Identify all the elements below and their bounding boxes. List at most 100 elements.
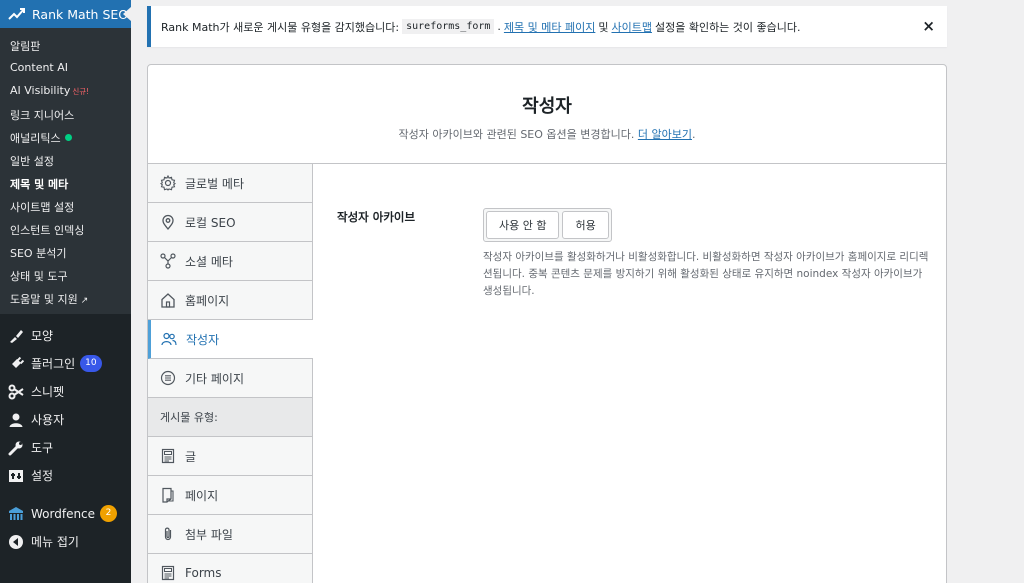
home-icon [160,292,176,308]
notice-post-type-code: sureforms_form [402,19,495,34]
notice-and: 및 [598,20,609,34]
page-icon [160,487,176,503]
tab-homepage-label: 홈페이지 [185,293,230,308]
notice-text-after: 설정을 확인하는 것이 좋습니다. [654,20,801,34]
users-icon [161,331,177,347]
settings-panel: 작성자 작성자 아카이브와 관련된 SEO 옵션을 변경합니다. 더 알아보기.… [147,64,947,583]
wrench-icon [8,440,24,456]
collapse-icon [8,534,24,550]
plugin-icon [8,356,24,372]
snippets-icon [8,384,24,400]
notice-text: Rank Math가 새로운 게시물 유형을 감지했습니다: [161,20,400,34]
menu-settings-label: 설정 [31,469,54,483]
learn-more-link[interactable]: 더 알아보기 [638,128,692,141]
page-title: 작성자 [522,96,572,117]
menu-users-label: 사용자 [31,413,65,427]
submenu-ai-visibility-label: AI Visibility [10,84,71,97]
social-icon [160,253,176,269]
external-link-icon: ↗ [80,296,89,306]
menu-appearance[interactable]: 모양 [8,327,53,344]
menu-collapse-label: 메뉴 접기 [31,535,79,549]
tab-forms-label: Forms [185,566,222,580]
settings-icon [8,468,24,484]
enable-option-button[interactable]: 허용 [562,211,609,239]
menu-wordfence-label: Wordfence [31,506,96,521]
menu-snippets-label: 스니펫 [31,385,65,399]
submenu-general-settings[interactable]: 일반 설정 [10,153,54,169]
menu-settings[interactable]: 설정 [8,467,53,484]
submenu-link-genius[interactable]: 링크 지니어스 [10,107,74,123]
close-icon[interactable]: × [922,17,935,35]
submenu-status-tools[interactable]: 상태 및 도구 [10,268,68,284]
author-archives-description: 작성자 아카이브를 활성화하거나 비활성화합니다. 비활성화하면 작성자 아카이… [483,251,929,297]
tab-misc-pages[interactable]: 기타 페이지 [148,359,312,398]
notice-dot: . [497,20,501,33]
submenu-help-label: 도움말 및 지원 [10,293,78,306]
menu-wordfence[interactable]: Wordfence 2 [8,505,118,522]
rank-math-menu-label: Rank Math SEO [32,6,129,22]
submenu-seo-analyzer[interactable]: SEO 분석기 [10,245,66,261]
page-description: 작성자 아카이브와 관련된 SEO 옵션을 변경합니다. 더 알아보기. [148,126,946,142]
submenu-analytics[interactable]: 애널리틱스 [10,130,72,146]
author-archives-toggle: 사용 안 함 허용 [483,208,612,242]
submenu-analytics-label: 애널리틱스 [10,132,61,145]
menu-users[interactable]: 사용자 [8,411,64,428]
post-types-heading: 게시물 유형: [148,398,312,437]
panel-header: 작성자 작성자 아카이브와 관련된 SEO 옵션을 변경합니다. 더 알아보기. [148,65,946,164]
submenu-titles-meta[interactable]: 제목 및 메타 [10,176,68,192]
disable-option-button[interactable]: 사용 안 함 [486,211,560,239]
admin-sidebar: Rank Math SEO 알림판 Content AI AI Visibili… [0,0,131,583]
rank-math-menu[interactable]: Rank Math SEO [0,0,131,28]
tab-global-meta[interactable]: 글로벌 메타 [148,164,312,203]
submenu-instant-indexing[interactable]: 인스턴트 인덱싱 [10,222,84,238]
location-pin-icon [160,214,176,230]
tab-posts[interactable]: 글 [148,437,312,476]
plugins-update-badge: 10 [80,355,102,372]
page-description-text: 작성자 아카이브와 관련된 SEO 옵션을 변경합니다. [398,128,635,141]
tab-local-seo[interactable]: 로컬 SEO [148,203,312,242]
rank-math-logo-icon [8,8,25,20]
paperclip-icon [160,526,176,542]
tab-content: 작성자 아카이브 사용 안 함 허용 작성자 아카이브를 활성화하거나 비활성화… [313,164,946,583]
menu-collapse[interactable]: 메뉴 접기 [8,533,79,550]
menu-plugins-label: 플러그인 [31,357,76,371]
wordfence-icon [8,506,24,522]
page-description-period: . [691,128,696,141]
tab-local-seo-label: 로컬 SEO [185,215,236,230]
tab-social-meta-label: 소셜 메타 [185,254,233,269]
submenu-sitemap[interactable]: 사이트맵 설정 [10,199,74,215]
tab-attachments[interactable]: 첨부 파일 [148,515,312,554]
tab-misc-pages-label: 기타 페이지 [185,371,245,386]
tab-forms[interactable]: Forms [148,554,312,583]
author-archives-label: 작성자 아카이브 [337,210,416,224]
menu-tools-label: 도구 [31,441,54,455]
status-dot-icon [64,134,72,141]
menu-snippets[interactable]: 스니펫 [8,383,64,400]
menu-tools[interactable]: 도구 [8,439,53,456]
submenu-content-ai[interactable]: Content AI [10,61,68,74]
paintbrush-icon [8,328,24,344]
forms-icon [160,565,176,581]
wordfence-alert-badge: 2 [100,505,118,522]
notice-sitemap-link[interactable]: 사이트맵 [611,19,651,35]
tab-posts-label: 글 [185,449,197,464]
submenu-dashboard[interactable]: 알림판 [10,38,40,54]
tab-pages[interactable]: 페이지 [148,476,312,515]
tab-social-meta[interactable]: 소셜 메타 [148,242,312,281]
submenu-help-support[interactable]: 도움말 및 지원 ↗ [10,291,88,307]
tab-pages-label: 페이지 [185,488,219,503]
notice-titles-meta-link[interactable]: 제목 및 메타 페이지 [504,19,595,35]
tab-authors[interactable]: 작성자 [148,320,313,359]
post-type-notice: Rank Math가 새로운 게시물 유형을 감지했습니다: sureforms… [147,6,947,47]
rank-math-submenu: 알림판 Content AI AI Visibility 신규! 링크 지니어스 … [0,28,131,314]
menu-appearance-label: 모양 [31,329,54,343]
settings-tabs: 글로벌 메타 로컬 SEO 소셜 메타 홈페이지 작성자 기타 페이지 게시물 … [148,164,313,583]
tab-attachments-label: 첨부 파일 [185,527,233,542]
menu-plugins[interactable]: 플러그인 10 [8,355,102,372]
gear-icon [160,175,176,191]
users-icon [8,412,24,428]
submenu-ai-visibility[interactable]: AI Visibility 신규! [10,84,89,97]
tab-homepage[interactable]: 홈페이지 [148,281,312,320]
tab-global-meta-label: 글로벌 메타 [185,176,245,191]
tab-authors-label: 작성자 [186,332,220,347]
